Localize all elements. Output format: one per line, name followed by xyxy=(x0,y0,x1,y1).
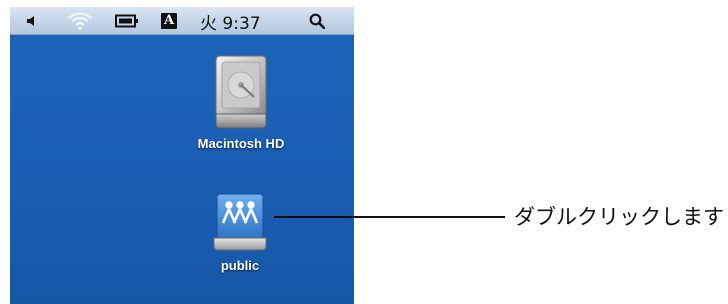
spotlight-menu-extra[interactable] xyxy=(308,7,326,35)
mac-desktop: A 火 9:37 Macintosh HD public xyxy=(10,7,354,304)
menu-clock[interactable]: 火 9:37 xyxy=(200,7,284,35)
desktop-icon-macintosh-hd[interactable]: Macintosh HD xyxy=(166,52,316,151)
battery-icon xyxy=(115,14,138,28)
callout-text: ダブルクリックします xyxy=(514,205,724,229)
desktop-icon-label: Macintosh HD xyxy=(197,136,285,151)
hard-drive-icon xyxy=(215,55,267,129)
desktop-icon-public[interactable]: public xyxy=(176,192,304,273)
menu-bar: A 火 9:37 xyxy=(10,7,354,35)
callout-line xyxy=(274,216,505,218)
volume-menu-extra[interactable] xyxy=(24,7,40,35)
desktop-icon-label: public xyxy=(220,258,260,273)
input-menu-icon: A xyxy=(161,13,177,29)
wifi-icon xyxy=(68,12,92,30)
battery-menu-extra[interactable] xyxy=(114,7,140,35)
speaker-icon xyxy=(27,16,34,26)
spotlight-search-icon xyxy=(309,13,325,29)
input-menu-extra[interactable]: A xyxy=(160,7,178,35)
shared-network-volume-icon xyxy=(213,193,267,251)
wifi-menu-extra[interactable] xyxy=(66,7,94,35)
